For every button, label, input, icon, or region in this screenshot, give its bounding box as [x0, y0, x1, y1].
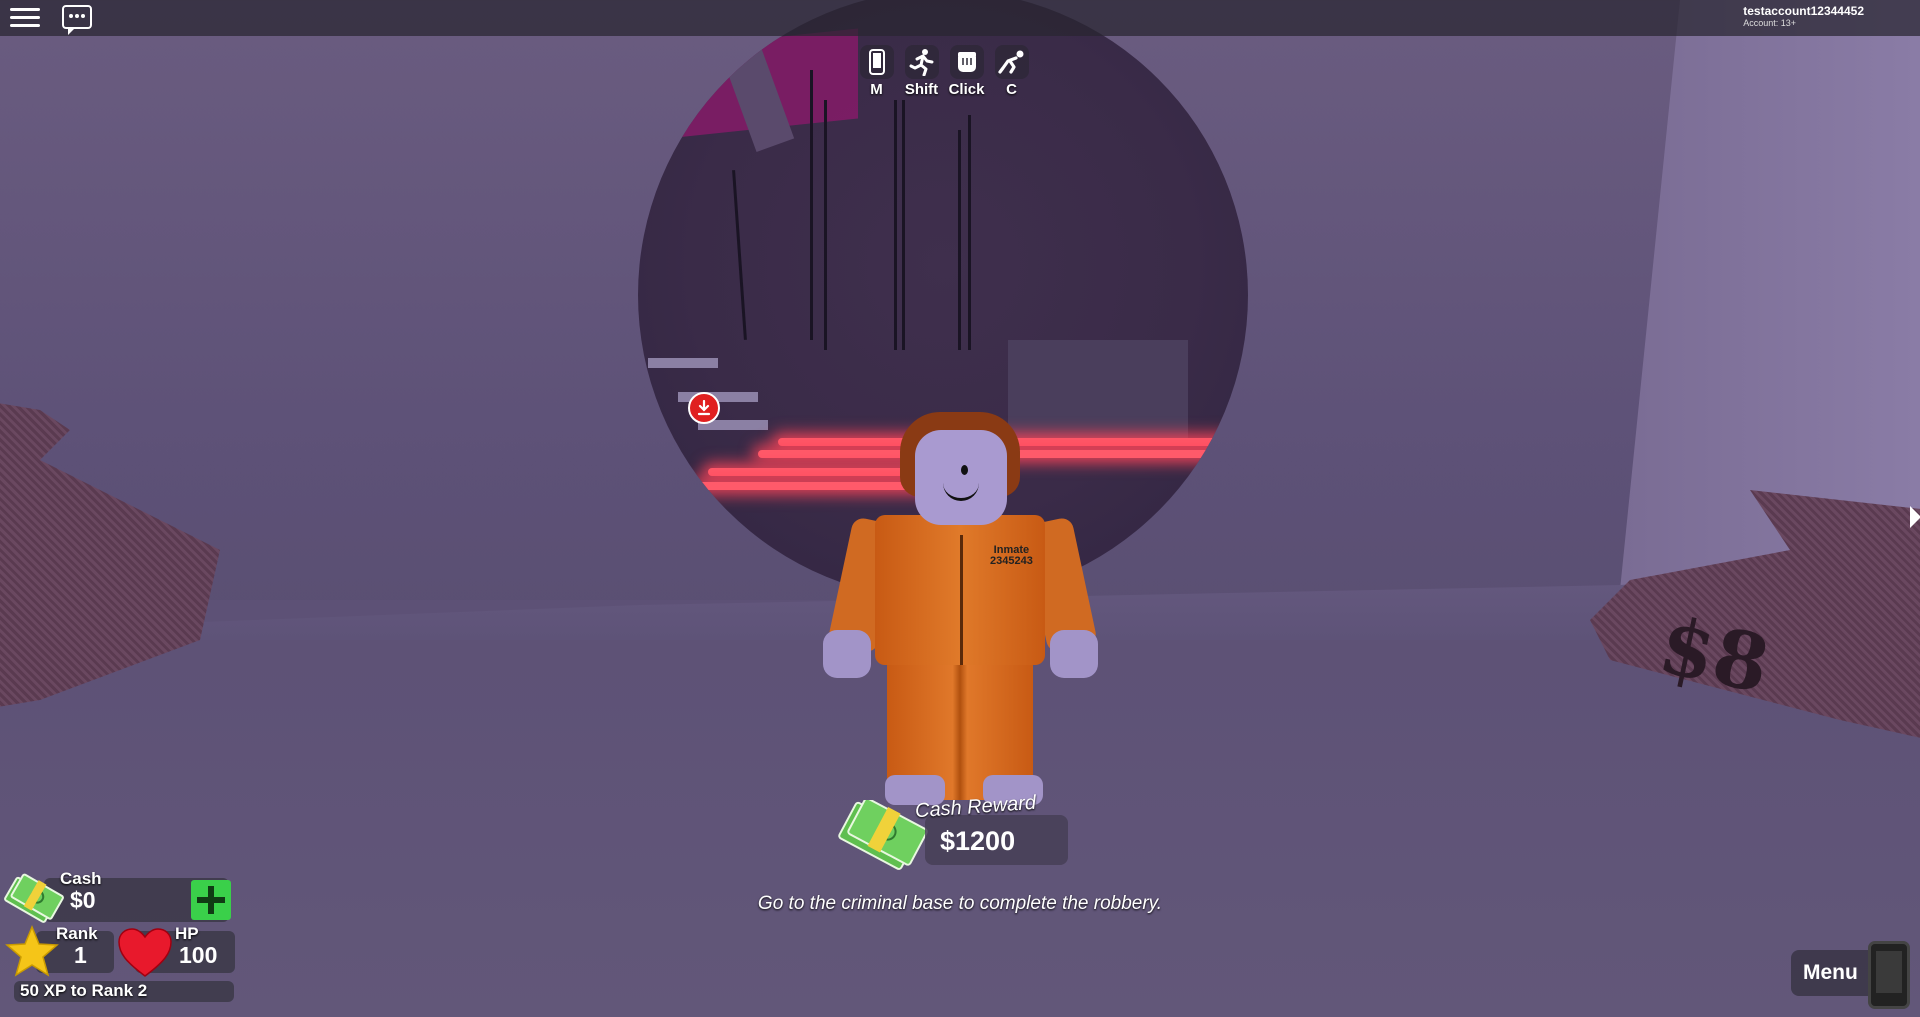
hanging-pole	[902, 100, 905, 350]
cash-label: Cash	[60, 869, 102, 888]
character-eye	[961, 465, 968, 475]
action-key-label: C	[1006, 81, 1017, 98]
character-smile	[943, 480, 979, 501]
hp-value: 100	[179, 942, 218, 968]
action-punch[interactable]: Click	[948, 45, 985, 98]
crouch-icon	[994, 45, 1029, 79]
star-icon	[4, 924, 60, 980]
hanging-pole	[894, 100, 897, 350]
side-expand-arrow-icon[interactable]	[1910, 506, 1920, 528]
rank-label: Rank	[56, 924, 98, 943]
objective-text: Go to the criminal base to complete the …	[757, 893, 1163, 914]
account-username: testaccount12344452	[1743, 4, 1864, 18]
cash-value: $0	[70, 887, 96, 913]
cash-icon	[2, 872, 64, 928]
action-key-label: M	[870, 81, 883, 98]
action-bar: M Shift Click C	[858, 45, 1030, 98]
xp-text: 50 XP to Rank 2	[20, 981, 148, 1000]
menu-button[interactable]: Menu	[1791, 941, 1910, 1009]
fist-icon	[949, 45, 984, 79]
cash-reward-value: $1200	[940, 826, 1016, 856]
hanging-pole	[968, 115, 971, 350]
hanging-pole	[958, 130, 961, 350]
action-key-label: Shift	[904, 81, 939, 98]
account-age-label: Account: 13+	[1743, 18, 1797, 28]
heart-icon	[116, 926, 174, 980]
hanging-pole	[732, 170, 747, 340]
player-character: Inmate 2345243	[805, 400, 1115, 820]
phone-icon	[859, 45, 894, 79]
character-torso: Inmate 2345243	[875, 515, 1045, 665]
phone-icon	[1868, 941, 1910, 1009]
hanging-pole	[810, 70, 813, 340]
jumpsuit-zipper	[960, 535, 963, 665]
character-hand-right	[1050, 630, 1098, 678]
action-sprint[interactable]: Shift	[903, 45, 940, 98]
rank-value: 1	[74, 942, 87, 968]
chat-icon[interactable]	[62, 5, 92, 35]
character-head	[915, 430, 1007, 525]
menu-label: Menu	[1803, 961, 1858, 984]
robbery-marker-icon	[688, 392, 720, 424]
buy-cash-button[interactable]	[191, 880, 231, 920]
action-phone[interactable]: M	[858, 45, 895, 98]
inmate-label: Inmate 2345243	[990, 544, 1033, 567]
top-bar: testaccount12344452 Account: 13+	[0, 0, 1920, 36]
ledge	[648, 358, 718, 368]
account-info: testaccount12344452 Account: 13+	[1743, 4, 1864, 29]
action-key-label: Click	[948, 81, 985, 98]
hanging-pole	[824, 100, 827, 350]
hamburger-menu-icon[interactable]	[10, 6, 40, 30]
hp-label: HP	[175, 924, 199, 943]
running-icon	[904, 45, 939, 79]
character-hand-left	[823, 630, 871, 678]
action-crouch[interactable]: C	[993, 45, 1030, 98]
